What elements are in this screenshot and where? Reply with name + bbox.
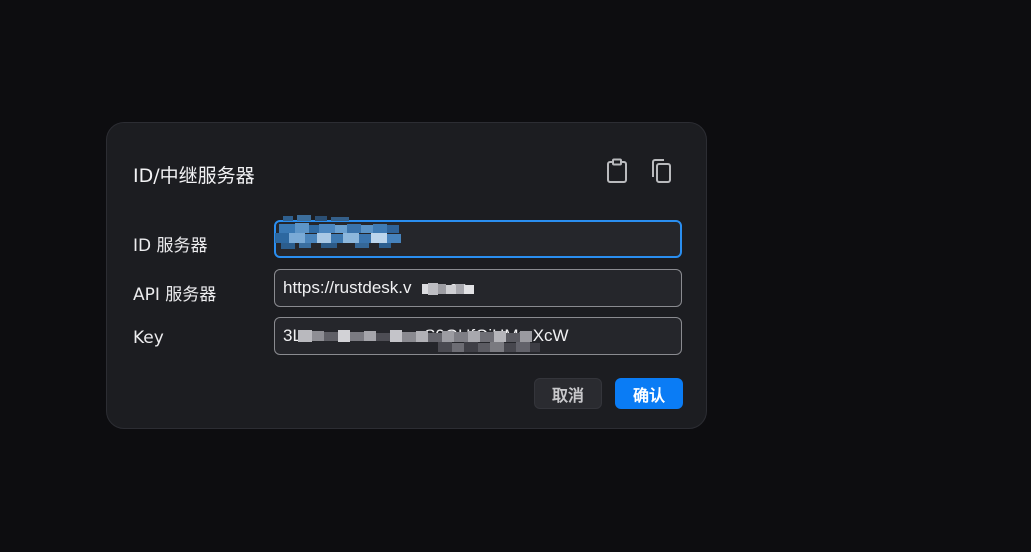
api-server-field[interactable] (274, 269, 682, 307)
clipboard-paste-icon[interactable] (604, 157, 630, 185)
api-server-label: API 服务器 (133, 285, 217, 305)
key-input[interactable] (275, 318, 681, 354)
dialog-title: ID/中继服务器 (133, 165, 255, 187)
key-field[interactable] (274, 317, 682, 355)
server-settings-dialog: ID/中继服务器 ID 服务器 API 服务器 https://rustdesk… (106, 122, 707, 429)
confirm-button[interactable]: 确认 (615, 378, 683, 409)
id-server-label: ID 服务器 (133, 236, 208, 256)
api-server-input[interactable] (275, 270, 681, 306)
cancel-button[interactable]: 取消 (534, 378, 602, 409)
id-server-input[interactable] (276, 222, 680, 256)
key-label: Key (133, 328, 164, 348)
copy-icon[interactable] (648, 157, 674, 185)
id-server-field[interactable] (274, 220, 682, 258)
